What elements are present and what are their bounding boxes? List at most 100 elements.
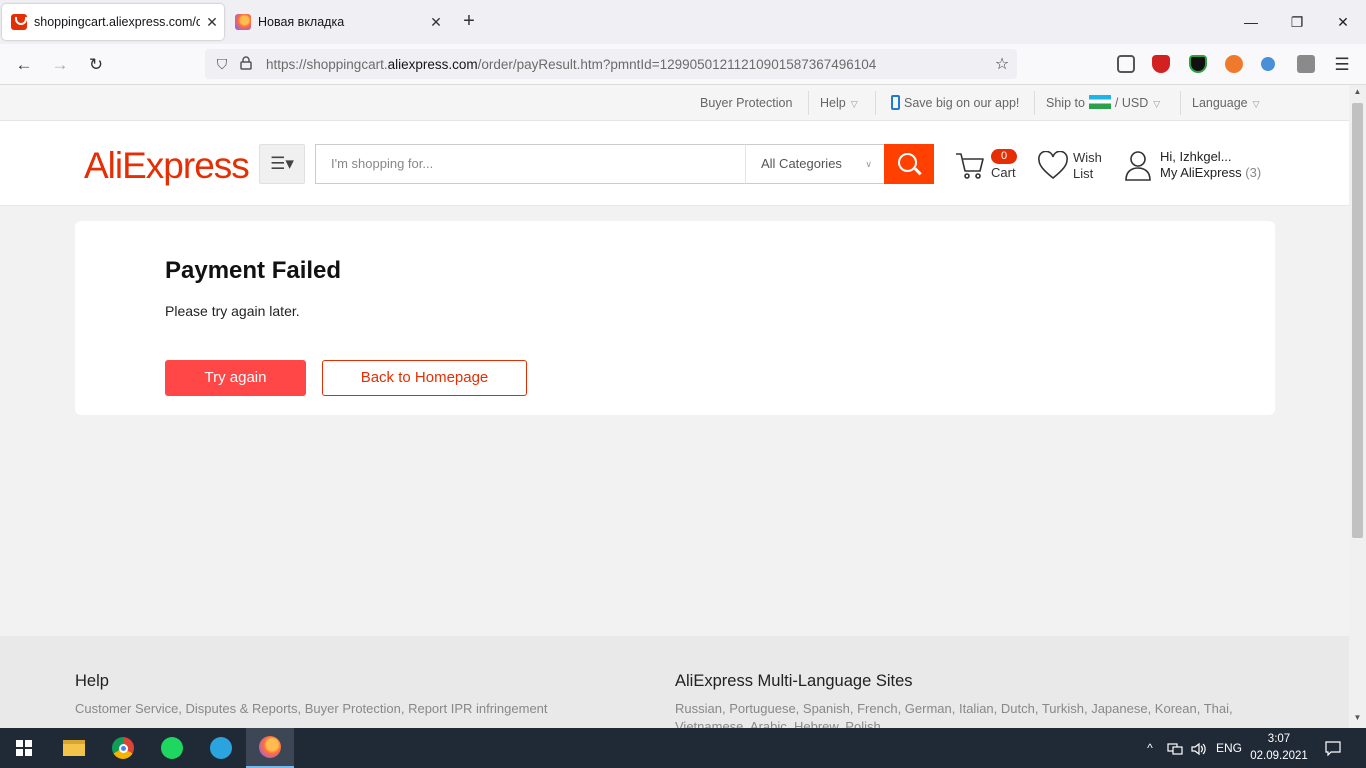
my-aliexpress-label: My AliExpress bbox=[1160, 165, 1242, 180]
currency-label: USD bbox=[1121, 96, 1149, 110]
uzbekistan-flag-icon bbox=[1088, 95, 1111, 109]
chrome-icon[interactable] bbox=[99, 728, 147, 768]
network-icon[interactable] bbox=[1164, 728, 1186, 768]
divider bbox=[1180, 91, 1181, 115]
tab-new-tab[interactable]: Новая вкладка ✕ bbox=[226, 4, 448, 40]
language-label: Language bbox=[1192, 96, 1248, 110]
aliexpress-favicon-icon bbox=[11, 14, 27, 30]
back-button[interactable]: ← bbox=[11, 52, 37, 78]
page-title: Payment Failed bbox=[165, 257, 342, 284]
puzzle-extensions-icon[interactable] bbox=[1297, 55, 1315, 73]
firefox-taskbar-icon[interactable] bbox=[246, 728, 294, 768]
search-icon-handle bbox=[914, 167, 922, 175]
tab-title: Новая вкладка bbox=[258, 15, 345, 29]
notifications-icon[interactable] bbox=[1318, 728, 1348, 768]
search-input[interactable]: I'm shopping for... bbox=[315, 144, 746, 184]
tab-aliexpress[interactable]: shoppingcart.aliexpress.com/or ✕ bbox=[2, 4, 224, 40]
firefox-favicon-icon bbox=[235, 14, 251, 30]
search-button[interactable] bbox=[884, 144, 934, 184]
help-menu[interactable]: Help ▽ bbox=[820, 85, 858, 121]
browser-nav-bar: ← → ↻ ⛉ https://shoppingcart.aliexpress.… bbox=[0, 44, 1366, 85]
minimize-button[interactable]: — bbox=[1228, 0, 1274, 44]
result-message: Please try again later. bbox=[165, 303, 300, 319]
site-footer: Help Customer Service, Disputes & Report… bbox=[0, 636, 1349, 728]
wish-label: Wish bbox=[1073, 150, 1102, 165]
category-select-label: All Categories bbox=[761, 156, 842, 171]
window-close-button[interactable]: ✕ bbox=[1320, 0, 1366, 44]
category-select[interactable]: All Categories ∨ bbox=[745, 144, 885, 184]
input-language-indicator[interactable]: ENG bbox=[1212, 728, 1246, 768]
user-icon[interactable] bbox=[1124, 149, 1152, 181]
chevron-down-icon: ▽ bbox=[850, 99, 858, 109]
top-utility-bar: Buyer Protection Help ▽ Save big on our a… bbox=[0, 85, 1349, 121]
lock-icon[interactable] bbox=[234, 55, 258, 73]
app-menu-button[interactable]: ☰ bbox=[1329, 52, 1355, 78]
buyer-protection-link[interactable]: Buyer Protection bbox=[700, 85, 792, 121]
tracking-shield-icon[interactable]: ⛉ bbox=[210, 56, 234, 73]
ship-to-separator: / bbox=[1114, 96, 1119, 110]
chevron-down-icon: ▽ bbox=[1153, 99, 1161, 109]
wish-list-link[interactable]: Wish List bbox=[1073, 150, 1102, 182]
system-clock[interactable]: 3:07 02.09.2021 bbox=[1244, 731, 1314, 765]
scroll-down-icon[interactable]: ▼ bbox=[1349, 713, 1366, 722]
os-taskbar: ^ ENG 3:07 02.09.2021 bbox=[0, 728, 1366, 768]
divider bbox=[875, 91, 876, 115]
page-scrollbar[interactable]: ▲ ▼ bbox=[1349, 85, 1366, 728]
tab-close-icon[interactable]: ✕ bbox=[424, 14, 448, 31]
scroll-up-icon[interactable]: ▲ bbox=[1349, 87, 1366, 96]
scrollbar-thumb[interactable] bbox=[1352, 103, 1363, 538]
divider bbox=[808, 91, 809, 115]
account-menu[interactable]: Hi, Izhkgel... My AliExpress (3) bbox=[1160, 149, 1261, 181]
app-promo-label: Save big on our app! bbox=[904, 96, 1020, 110]
app-promo-link[interactable]: Save big on our app! bbox=[891, 85, 1019, 121]
clock-date: 02.09.2021 bbox=[1250, 750, 1308, 762]
tab-close-icon[interactable]: ✕ bbox=[200, 14, 224, 31]
page-viewport: Buyer Protection Help ▽ Save big on our a… bbox=[0, 85, 1349, 728]
shield-extension-icon[interactable] bbox=[1189, 55, 1207, 73]
browser-tab-bar: shoppingcart.aliexpress.com/or ✕ Новая в… bbox=[0, 0, 1366, 44]
cart-label[interactable]: Cart bbox=[991, 165, 1016, 181]
account-count: (3) bbox=[1245, 165, 1262, 180]
reload-button[interactable]: ↻ bbox=[83, 52, 109, 78]
aliexpress-logo[interactable]: AliExpress bbox=[84, 145, 250, 187]
chevron-down-icon: ▽ bbox=[1252, 99, 1260, 109]
forward-button[interactable]: → bbox=[47, 52, 73, 78]
footer-languages-title: AliExpress Multi-Language Sites bbox=[675, 672, 913, 690]
restore-button[interactable]: ❐ bbox=[1274, 0, 1320, 44]
windows-icon bbox=[16, 740, 32, 756]
footer-language-links[interactable]: Russian, Portuguese, Spanish, French, Ge… bbox=[675, 700, 1255, 728]
heart-icon[interactable] bbox=[1037, 151, 1069, 181]
blocker-extension-icon[interactable] bbox=[1225, 55, 1243, 73]
show-hidden-icons-button[interactable]: ^ bbox=[1140, 728, 1160, 768]
pocket-icon[interactable] bbox=[1117, 55, 1135, 73]
payment-result-card: Payment Failed Please try again later. T… bbox=[75, 221, 1275, 415]
phone-icon bbox=[891, 95, 900, 110]
greeting-label: Hi, Izhkgel... bbox=[1160, 149, 1232, 164]
start-button[interactable] bbox=[0, 728, 48, 768]
language-menu[interactable]: Language ▽ bbox=[1192, 85, 1260, 121]
url-text: https://shoppingcart.aliexpress.com/orde… bbox=[266, 56, 877, 72]
cart-count-badge: 0 bbox=[991, 149, 1017, 164]
chevron-down-icon: ∨ bbox=[865, 159, 872, 169]
site-header: AliExpress ☰▾ I'm shopping for... All Ca… bbox=[0, 121, 1349, 206]
new-tab-button[interactable]: + bbox=[456, 10, 482, 34]
clock-time: 3:07 bbox=[1267, 733, 1291, 745]
ship-to-menu[interactable]: Ship to / USD ▽ bbox=[1046, 85, 1160, 121]
telegram-icon[interactable] bbox=[197, 728, 245, 768]
list-label: List bbox=[1073, 166, 1094, 181]
footer-help-title: Help bbox=[75, 672, 109, 690]
address-bar[interactable]: ⛉ https://shoppingcart.aliexpress.com/or… bbox=[205, 49, 1017, 79]
footer-help-links[interactable]: Customer Service, Disputes & Reports, Bu… bbox=[75, 700, 635, 718]
spotify-icon[interactable] bbox=[148, 728, 196, 768]
category-menu-button[interactable]: ☰▾ bbox=[259, 144, 305, 184]
back-to-homepage-button[interactable]: Back to Homepage bbox=[322, 360, 527, 396]
bookmark-star-icon[interactable]: ☆ bbox=[987, 54, 1017, 74]
try-again-button[interactable]: Try again bbox=[165, 360, 306, 396]
cart-icon[interactable] bbox=[954, 149, 986, 181]
ublock-icon[interactable] bbox=[1152, 55, 1170, 73]
file-explorer-icon[interactable] bbox=[50, 728, 98, 768]
help-label: Help bbox=[820, 96, 846, 110]
location-extension-icon[interactable] bbox=[1261, 57, 1275, 71]
tab-title: shoppingcart.aliexpress.com/or bbox=[34, 15, 200, 29]
volume-icon[interactable] bbox=[1188, 728, 1210, 768]
